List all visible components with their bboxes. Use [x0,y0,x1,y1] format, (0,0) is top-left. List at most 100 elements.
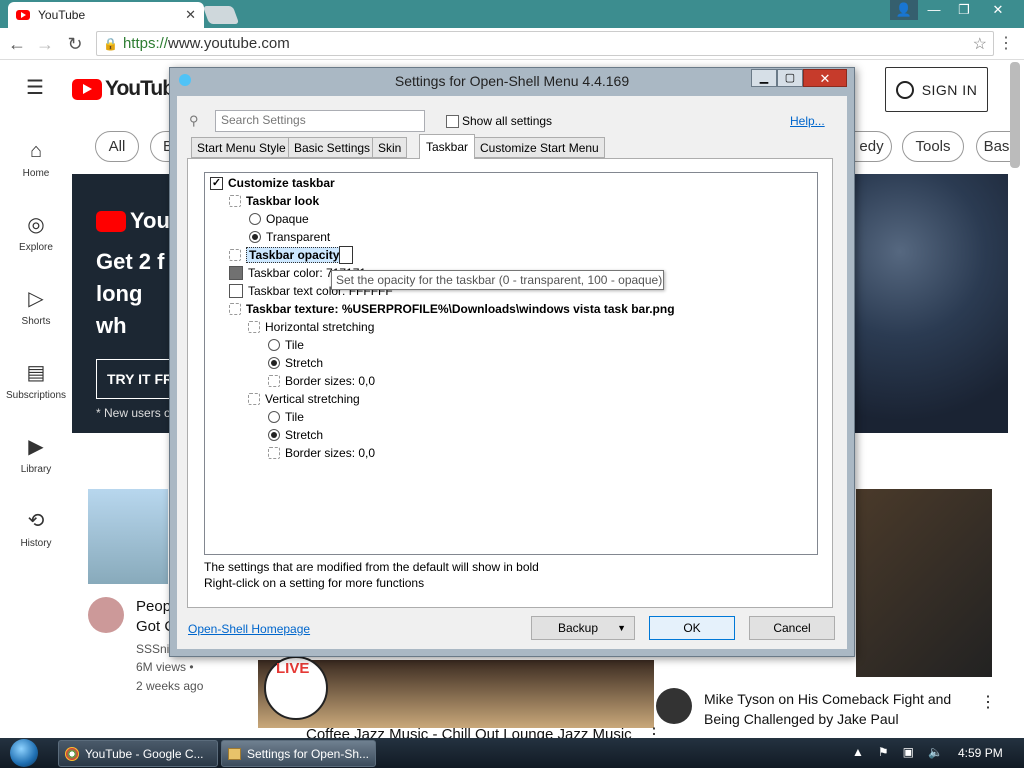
subscriptions-icon: ▤ [26,362,46,384]
v-tile-option[interactable]: Tile [268,409,304,425]
sidebar-item-subscriptions[interactable]: ▤ Subscriptions [0,362,72,401]
tab-title: YouTube [38,8,86,22]
new-tab-button[interactable] [202,6,240,24]
checked-icon[interactable]: ✓ [210,176,223,190]
taskbar-texture-item[interactable]: Taskbar texture: %USERPROFILE%\Downloads… [229,301,675,317]
address-bar[interactable]: 🔒 https://www.youtube.com ☆ [96,31,994,56]
reload-icon[interactable]: ↻ [64,33,86,55]
more-options-icon[interactable]: ⋮ [980,692,996,712]
tab-basic-settings[interactable]: Basic Settings [288,137,377,158]
radio-selected-icon[interactable] [268,357,280,369]
profile-icon[interactable]: 👤 [890,0,918,20]
hamburger-menu-icon[interactable]: ☰ [26,78,46,98]
bookmark-star-icon[interactable]: ☆ [973,34,987,54]
setting-gear-icon [229,303,241,315]
transparent-option[interactable]: Transparent [249,229,330,245]
video-title[interactable]: Peop [136,598,171,615]
homepage-link[interactable]: Open-Shell Homepage [188,622,310,636]
h-border-sizes-item[interactable]: Border sizes: 0,0 [268,373,375,389]
ok-button[interactable]: OK [649,616,735,640]
radio-selected-icon[interactable] [249,231,261,243]
channel-name[interactable]: SSSni [136,642,169,656]
taskbar-item-settings[interactable]: Settings for Open-Sh... [221,740,376,767]
horizontal-stretching-item[interactable]: Horizontal stretching [248,319,374,335]
tab-customize-start-menu[interactable]: Customize Start Menu [474,137,605,158]
show-all-settings-checkbox[interactable] [446,115,459,128]
vertical-stretching-item[interactable]: Vertical stretching [248,391,360,407]
video-thumbnail[interactable] [88,489,168,584]
sidebar-item-shorts[interactable]: ▷ Shorts [0,288,72,327]
dialog-close-button[interactable]: ✕ [803,69,847,87]
chip-all[interactable]: All [95,131,139,162]
radio-icon[interactable] [249,213,261,225]
browser-menu-icon[interactable]: ⋮ [998,33,1014,53]
cancel-button[interactable]: Cancel [749,616,835,640]
help-link[interactable]: Help... [790,114,825,128]
radio-icon[interactable] [268,339,280,351]
network-icon[interactable]: ▣ [903,745,914,759]
history-icon: ⟲ [27,510,45,532]
chip-partial-left[interactable]: B [150,131,173,162]
show-hidden-icons-icon[interactable]: ▲ [852,745,864,759]
video-title[interactable]: Being Challenged by Jake Paul [704,711,899,727]
browser-tab-youtube[interactable]: YouTube ✕ [8,2,204,28]
channel-avatar[interactable] [656,688,692,724]
clock[interactable]: 4:59 PM [958,746,1003,760]
taskbar-look-item[interactable]: Taskbar look [229,193,319,209]
taskbar-opacity-item[interactable]: Taskbar opacity [229,247,343,263]
youtube-logo[interactable]: YouTube [72,77,186,101]
tab-skin[interactable]: Skin [372,137,408,158]
show-all-settings-label[interactable]: Show all settings [462,114,552,128]
page-scrollbar[interactable] [1010,62,1020,168]
sidebar-item-library[interactable]: ▶ Library [0,436,72,475]
volume-muted-icon[interactable]: 🔈 [928,745,943,759]
h-tile-option[interactable]: Tile [268,337,304,353]
folder-icon [228,747,241,760]
youtube-favicon-icon [16,10,30,20]
tab-close-icon[interactable]: ✕ [185,7,196,23]
v-border-sizes-item[interactable]: Border sizes: 0,0 [268,445,375,461]
lock-icon: 🔒 [103,36,118,51]
tab-start-menu-style[interactable]: Start Menu Style [191,137,292,158]
minimize-icon[interactable]: — [920,0,948,20]
opaque-option[interactable]: Opaque [249,211,309,227]
forward-icon[interactable]: → [34,33,56,55]
youtube-play-icon [72,78,102,100]
sidebar-item-history[interactable]: ⟲ History [0,510,72,549]
opacity-value-input[interactable] [339,246,353,264]
setting-gear-icon [248,321,260,333]
customize-taskbar-item[interactable]: ✓ Customize taskbar [210,175,335,191]
radio-selected-icon[interactable] [268,429,280,441]
sidebar-item-home[interactable]: ⌂ Home [0,140,72,179]
chip-tools[interactable]: Tools [902,131,964,162]
video-title[interactable]: Mike Tyson on His Comeback Fight and [704,691,951,707]
restore-icon[interactable]: ❐ [950,0,978,20]
action-center-icon[interactable]: ⚑ [878,745,889,759]
compass-icon: ◎ [27,214,45,236]
sign-in-button[interactable]: SIGN IN [885,67,988,112]
back-icon[interactable]: ← [6,33,28,55]
setting-gear-icon [229,195,241,207]
h-stretch-option[interactable]: Stretch [268,355,323,371]
start-button[interactable] [4,738,48,768]
v-stretch-option[interactable]: Stretch [268,427,323,443]
search-settings-input[interactable]: Search Settings [215,110,425,132]
video-thumbnail[interactable] [856,489,992,677]
color-swatch[interactable] [229,266,243,280]
color-swatch[interactable] [229,284,243,298]
sidebar-item-explore[interactable]: ◎ Explore [0,214,72,253]
chip-partial-comedy[interactable]: edy [852,131,892,162]
view-count: 6M views • [136,660,194,674]
channel-avatar[interactable] [88,597,124,633]
backup-button[interactable]: Backup ▼ [531,616,635,640]
windows-orb-icon [10,739,38,767]
taskbar-item-chrome[interactable]: YouTube - Google C... [58,740,218,767]
info-text-bold-note: The settings that are modified from the … [204,560,539,574]
close-window-icon[interactable]: ✕ [984,0,1012,20]
dialog-minimize-icon[interactable]: ▁ [751,69,777,87]
banner-note: * New users o [96,406,171,420]
dialog-maximize-icon[interactable]: ▢ [777,69,803,87]
try-it-free-button[interactable]: TRY IT FR [96,359,176,399]
tab-taskbar[interactable]: Taskbar [419,134,476,159]
radio-icon[interactable] [268,411,280,423]
